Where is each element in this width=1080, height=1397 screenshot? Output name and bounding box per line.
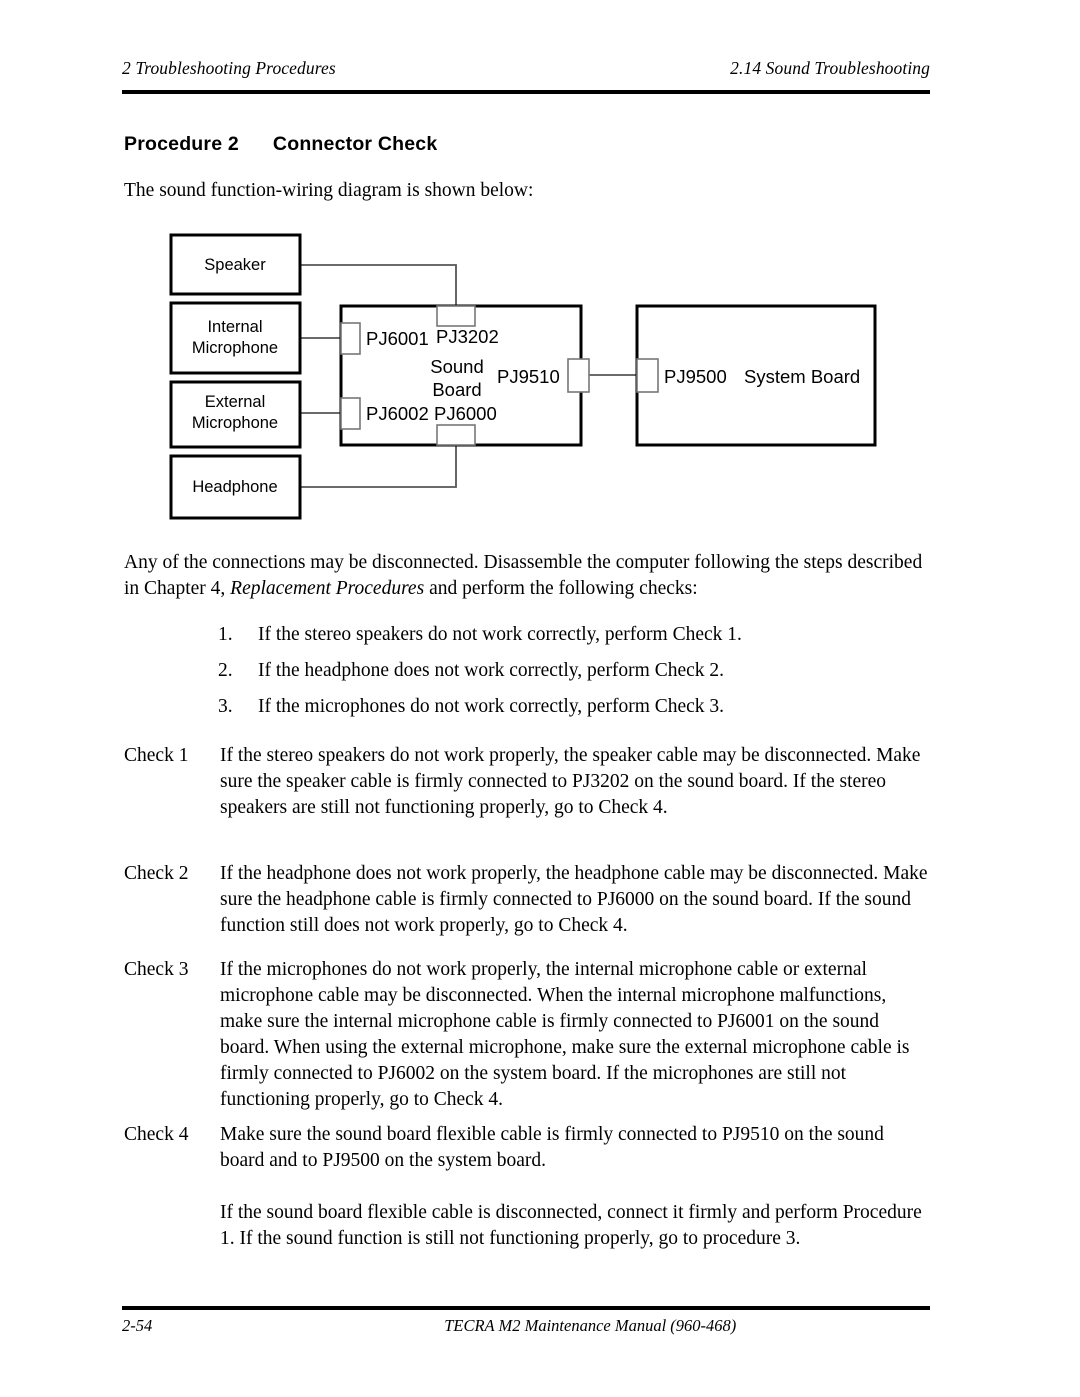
list-item-text: If the headphone does not work correctly… [258,660,725,681]
list-item-text: If the microphones do not work correctly… [258,696,725,717]
connector-tab-pj6000 [436,424,476,446]
page-title: Procedure 2 Connector Check [124,133,437,156]
check-label: Check 2 [124,863,189,884]
connector-tab-pj9500 [636,358,659,393]
list-item-number: 2. [218,660,233,681]
device-label-speaker: Speaker [204,256,266,274]
lead-paragraph: Any of the connections may be disconnect… [124,550,932,602]
running-header: 2 Troubleshooting Procedures 2.14 Sound … [122,58,930,92]
check-body: If the headphone does not work properly,… [220,861,932,939]
footer-manual-title: TECRA M2 Maintenance Manual (960-468) [444,1316,737,1335]
check-paragraph: Make sure the sound board flexible cable… [220,1124,884,1171]
device-label-internal-microphone-line2: Microphone [192,339,278,357]
wire-headphone-to-pj6000 [300,432,457,488]
list-item: 3. If the microphones do not work correc… [218,694,938,720]
header-chapter-title: 2 Troubleshooting Procedures [122,58,336,78]
page-footer: 2-54 TECRA M2 Maintenance Manual (960-46… [122,1316,930,1346]
device-box-speaker: Speaker [169,233,302,296]
device-label-internal-microphone-line1: Internal [207,318,262,336]
list-item-number: 3. [218,696,233,717]
check-block-1: Check 1 If the stereo speakers do not wo… [124,743,932,821]
lead-paragraph-part2: and perform the following checks: [424,578,698,599]
list-item: 2. If the headphone does not work correc… [218,658,938,684]
document-page: 2 Troubleshooting Procedures 2.14 Sound … [0,0,1080,1397]
connector-label-pj3202: PJ3202 [436,326,499,347]
device-box-internal-microphone: Internal Microphone [169,301,302,375]
procedure-number: Procedure 2 [124,133,239,155]
device-label-external-microphone-line2: Microphone [192,414,278,432]
check-paragraph: If the stereo speakers do not work prope… [220,745,921,818]
check-paragraph: If the headphone does not work properly,… [220,863,928,936]
check-label: Check 1 [124,745,189,766]
check-body: If the stereo speakers do not work prope… [220,743,932,821]
device-box-external-microphone: External Microphone [169,380,302,449]
intro-sentence: The sound function-wiring diagram is sho… [124,180,534,201]
check-paragraph: If the microphones do not work properly,… [220,959,910,1110]
check-body: If the microphones do not work properly,… [220,957,932,1113]
numbered-check-list: 1. If the stereo speakers do not work co… [218,622,938,730]
device-label-external-microphone-line1: External [205,393,266,411]
procedure-title: Connector Check [272,133,438,155]
check-block-3: Check 3 If the microphones do not work p… [124,957,932,1113]
wire-speaker-to-pj3202 [300,264,457,318]
footer-page-number: 2-54 [122,1316,153,1335]
list-item-number: 1. [218,624,233,645]
header-section-title: 2.14 Sound Troubleshooting [730,58,930,78]
connector-label-pj6002: PJ6002 [366,403,429,424]
sound-board-label-line2: Board [432,379,481,400]
system-board-label: System Board [744,366,860,387]
sound-board: PJ6001 PJ3202 PJ6002 PJ6000 PJ9510 Sound… [339,304,590,447]
connector-tab-pj6002 [340,397,361,430]
footer-rule [122,1306,930,1310]
lead-paragraph-italic-title: Replacement Procedures [230,578,425,599]
device-box-headphone: Headphone [169,454,302,520]
connector-tab-pj6001 [340,322,361,355]
check-body: Make sure the sound board flexible cable… [220,1122,932,1252]
device-label-headphone: Headphone [192,478,277,496]
check-paragraph: If the sound board flexible cable is dis… [220,1202,922,1249]
check-block-4: Check 4 Make sure the sound board flexib… [124,1122,932,1252]
connector-tab-pj3202 [436,305,476,327]
sound-board-label-line1: Sound [430,356,484,377]
system-board: PJ9500 System Board [635,304,877,447]
connector-tab-pj9510 [567,358,590,393]
check-label: Check 3 [124,959,189,980]
list-item: 1. If the stereo speakers do not work co… [218,622,938,648]
connector-label-pj6001: PJ6001 [366,328,429,349]
list-item-text: If the stereo speakers do not work corre… [258,624,742,645]
check-block-2: Check 2 If the headphone does not work p… [124,861,932,939]
connector-label-pj9510: PJ9510 [497,366,560,387]
connector-label-pj9500: PJ9500 [664,366,727,387]
header-rule [122,90,930,94]
check-label: Check 4 [124,1124,189,1145]
connector-label-pj6000: PJ6000 [434,403,497,424]
